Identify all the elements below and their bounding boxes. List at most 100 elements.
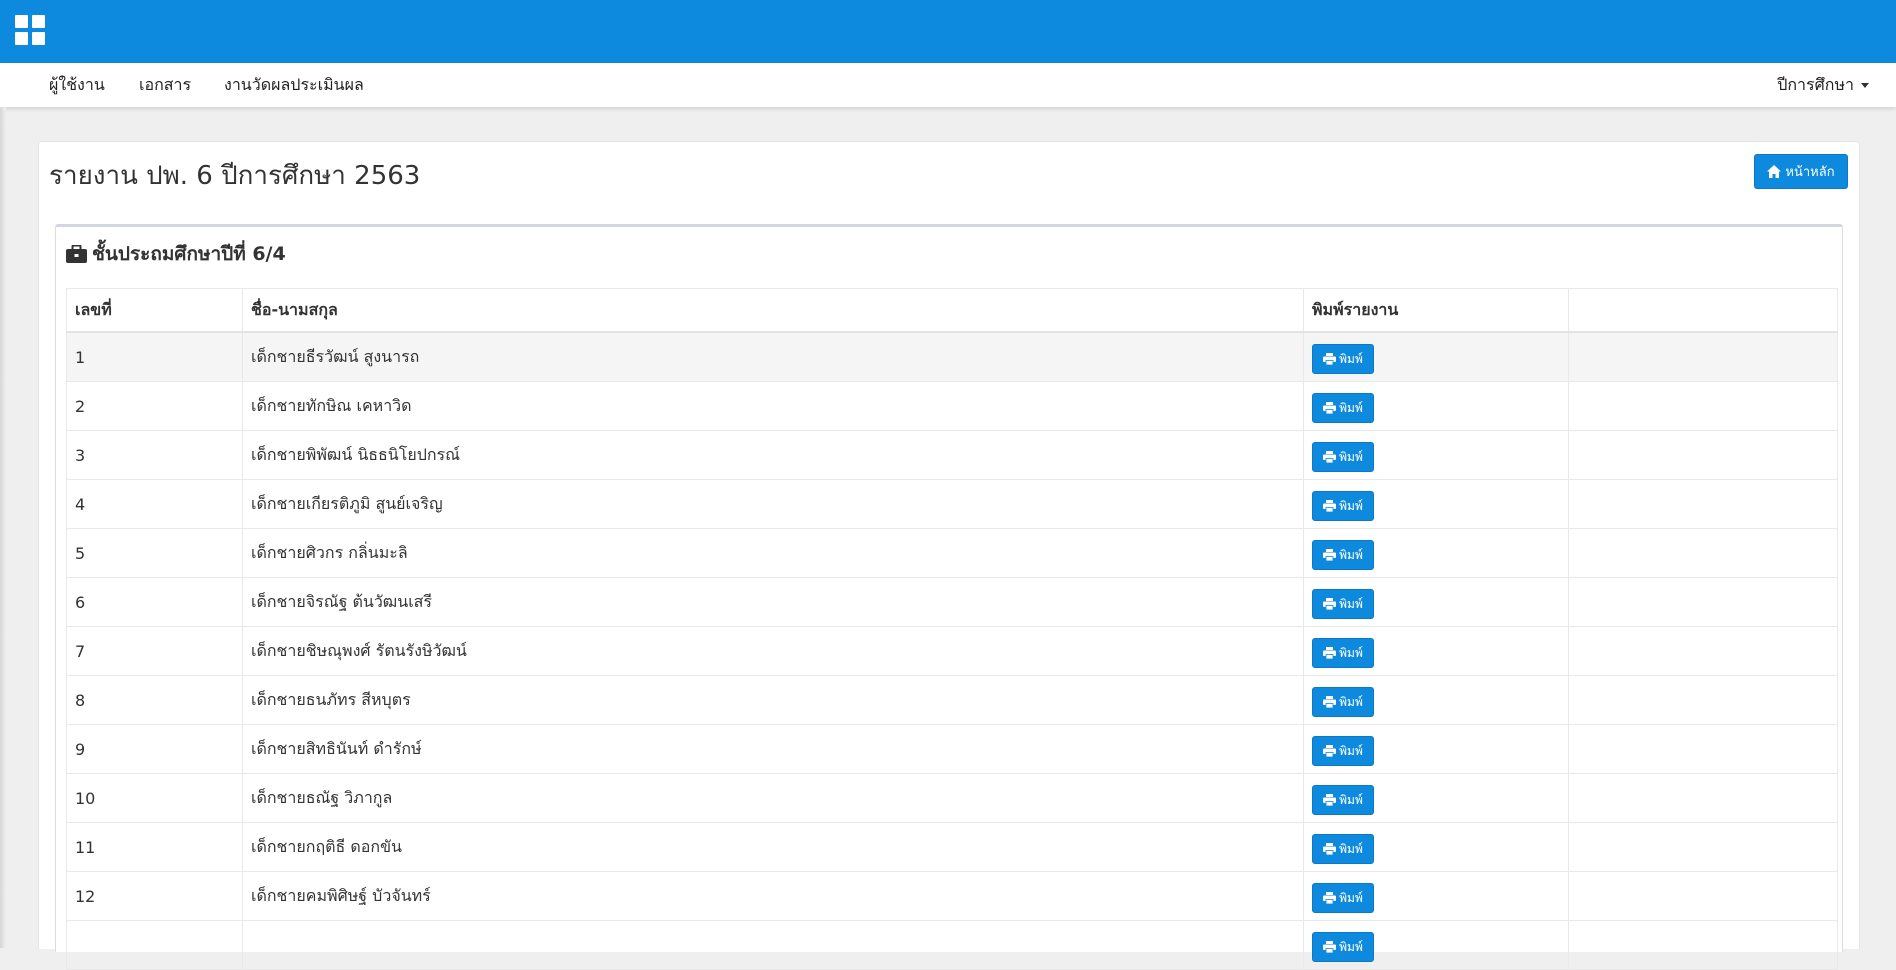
top-header-bar [0,0,1896,63]
table-row: 11 เด็กชายกฤติธี ดอกขัน พิมพ์ [66,822,1838,872]
print-cell: พิมพ์ [1303,381,1569,431]
page-title: รายงาน ปพ. 6 ปีการศึกษา 2563 [49,161,421,191]
row-number: 3 [66,430,243,480]
table-row: พิมพ์ [66,920,1838,970]
print-cell: พิมพ์ [1303,577,1569,627]
nav-item-users[interactable]: ผู้ใช้งาน [49,63,105,107]
print-button-label: พิมพ์ [1339,743,1363,758]
print-button-label: พิมพ์ [1339,547,1363,562]
empty-cell [1568,381,1838,431]
printer-icon [1323,647,1337,659]
print-button-label: พิมพ์ [1339,449,1363,464]
home-button[interactable]: หน้าหลัก [1754,154,1848,189]
empty-cell [1568,479,1838,529]
print-button[interactable]: พิมพ์ [1312,687,1374,717]
printer-icon [1323,500,1337,512]
table-row: 3 เด็กชายพิพัฒน์ นิธธนิโยปกรณ์ พิมพ์ [66,430,1838,480]
main-navbar: ผู้ใช้งาน เอกสาร งานวัดผลประเมินผล ปีการ… [0,63,1896,107]
print-button[interactable]: พิมพ์ [1312,491,1374,521]
academic-year-dropdown[interactable]: ปีการศึกษา [1777,63,1869,107]
student-name: เด็กชายสิทธินันท์ ดำรักษ์ [242,724,1304,774]
table-row: 4 เด็กชายเกียรติภูมิ สูนย์เจริญ พิมพ์ [66,479,1838,529]
student-name: เด็กชายจิรณัฐ ต้นวัฒนเสรี [242,577,1304,627]
empty-cell [1568,822,1838,872]
empty-cell [1568,331,1838,382]
table-row: 1 เด็กชายธีรวัฒน์ สูงนารถ พิมพ์ [66,331,1838,382]
panel-heading-text: ชั้นประถมศึกษาปีที่ 6/4 [92,243,286,265]
table-row: 9 เด็กชายสิทธินันท์ ดำรักษ์ พิมพ์ [66,724,1838,774]
student-name: เด็กชายชิษณุพงศ์ รัตนรังษิวัฒน์ [242,626,1304,676]
table-row: 12 เด็กชายคมพิศิษฐ์ บัวจันทร์ พิมพ์ [66,871,1838,921]
home-icon [1767,165,1782,178]
briefcase-icon [66,245,87,263]
print-cell: พิมพ์ [1303,479,1569,529]
row-number: 11 [66,822,243,872]
print-button[interactable]: พิมพ์ [1312,393,1374,423]
row-number: 10 [66,773,243,823]
print-button-label: พิมพ์ [1339,841,1363,856]
row-number: 9 [66,724,243,774]
grid-apps-icon[interactable] [15,15,45,45]
table-header-row: เลขที่ ชื่อ-นามสกุล พิมพ์รายงาน [66,288,1838,333]
home-button-label: หน้าหลัก [1785,165,1835,180]
empty-cell [1568,626,1838,676]
student-table: เลขที่ ชื่อ-นามสกุล พิมพ์รายงาน 1 เด็กชาย… [66,288,1838,970]
student-name: เด็กชายพิพัฒน์ นิธธนิโยปกรณ์ [242,430,1304,480]
row-number [66,920,243,970]
table-row: 6 เด็กชายจิรณัฐ ต้นวัฒนเสรี พิมพ์ [66,577,1838,627]
empty-cell [1568,528,1838,578]
print-cell: พิมพ์ [1303,528,1569,578]
print-button[interactable]: พิมพ์ [1312,442,1374,472]
print-button[interactable]: พิมพ์ [1312,834,1374,864]
print-button-label: พิมพ์ [1339,596,1363,611]
student-name: เด็กชายทักษิณ เคหาวิด [242,381,1304,431]
student-name: เด็กชายธณัฐ วิภากูล [242,773,1304,823]
student-name: เด็กชายกฤติธี ดอกขัน [242,822,1304,872]
panel-heading: ชั้นประถมศึกษาปีที่ 6/4 [66,239,286,269]
nav-item-documents[interactable]: เอกสาร [139,63,191,107]
print-button[interactable]: พิมพ์ [1312,736,1374,766]
row-number: 6 [66,577,243,627]
student-name: เด็กชายธนภัทร สีหบุตร [242,675,1304,725]
printer-icon [1323,598,1337,610]
student-name: เด็กชายธีรวัฒน์ สูงนารถ [242,331,1304,382]
printer-icon [1323,892,1337,904]
printer-icon [1323,353,1337,365]
table-row: 2 เด็กชายทักษิณ เคหาวิด พิมพ์ [66,381,1838,431]
print-button-label: พิมพ์ [1339,645,1363,660]
print-button-label: พิมพ์ [1339,792,1363,807]
table-row: 5 เด็กชายศิวกร กลิ่นมะลิ พิมพ์ [66,528,1838,578]
print-button[interactable]: พิมพ์ [1312,344,1374,374]
printer-icon [1323,843,1337,855]
student-name [242,920,1304,970]
row-number: 2 [66,381,243,431]
print-cell: พิมพ์ [1303,822,1569,872]
class-panel: ชั้นประถมศึกษาปีที่ 6/4 เลขที่ ชื่อ-นามส… [55,224,1843,970]
print-cell: พิมพ์ [1303,773,1569,823]
print-cell: พิมพ์ [1303,724,1569,774]
table-row: 8 เด็กชายธนภัทร สีหบุตร พิมพ์ [66,675,1838,725]
print-button[interactable]: พิมพ์ [1312,932,1374,962]
student-name: เด็กชายเกียรติภูมิ สูนย์เจริญ [242,479,1304,529]
empty-cell [1568,675,1838,725]
print-button[interactable]: พิมพ์ [1312,589,1374,619]
printer-icon [1323,549,1337,561]
empty-cell [1568,430,1838,480]
column-header-print: พิมพ์รายงาน [1303,288,1569,333]
print-button-label: พิมพ์ [1339,890,1363,905]
printer-icon [1323,941,1337,953]
print-button[interactable]: พิมพ์ [1312,785,1374,815]
print-button-label: พิมพ์ [1339,498,1363,513]
print-button[interactable]: พิมพ์ [1312,883,1374,913]
print-button[interactable]: พิมพ์ [1312,638,1374,668]
row-number: 5 [66,528,243,578]
print-cell: พิมพ์ [1303,871,1569,921]
print-button[interactable]: พิมพ์ [1312,540,1374,570]
print-button-label: พิมพ์ [1339,694,1363,709]
nav-item-assessment[interactable]: งานวัดผลประเมินผล [224,63,364,107]
academic-year-label: ปีการศึกษา [1777,75,1854,94]
row-number: 7 [66,626,243,676]
print-button-label: พิมพ์ [1339,351,1363,366]
student-name: เด็กชายศิวกร กลิ่นมะลิ [242,528,1304,578]
print-cell: พิมพ์ [1303,430,1569,480]
